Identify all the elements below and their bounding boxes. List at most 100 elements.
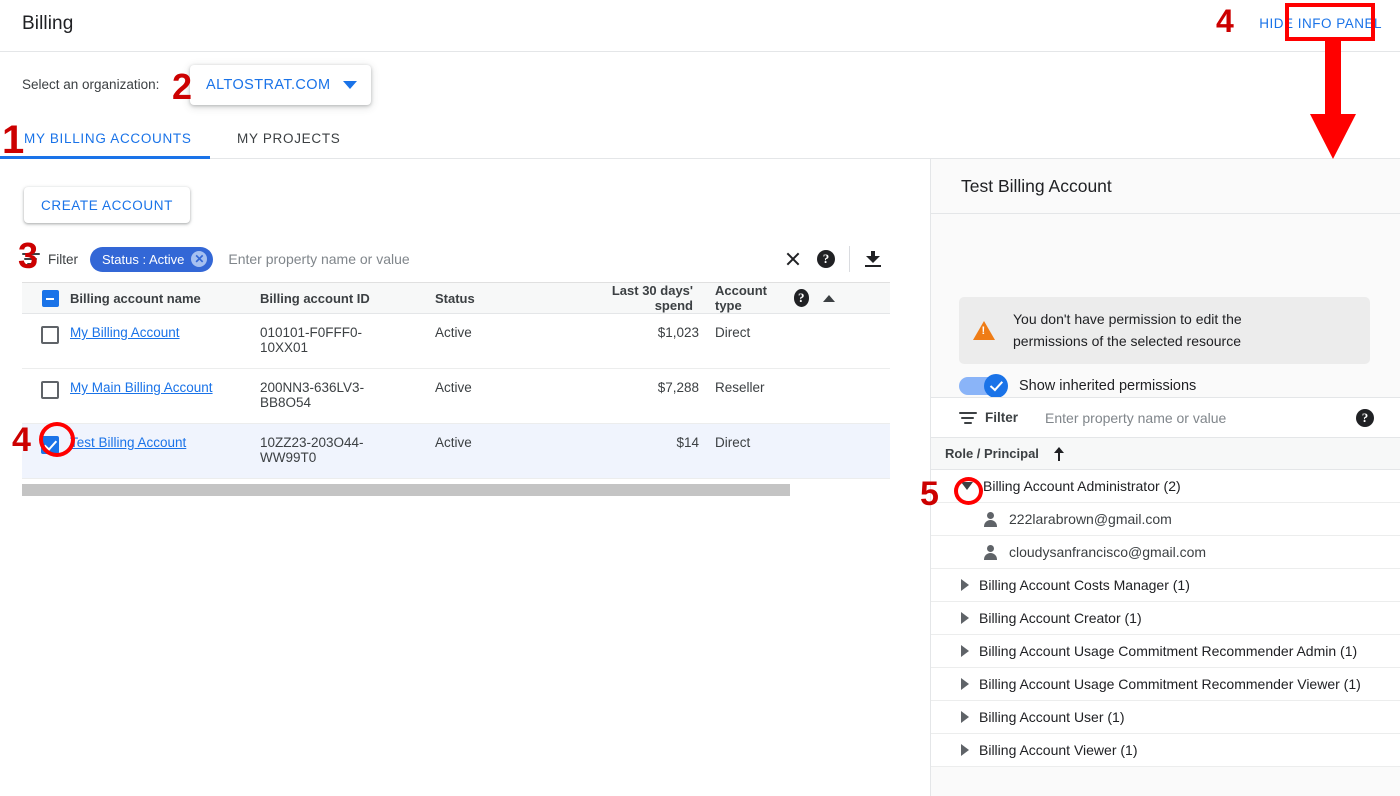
warning-line-1: You don't have permission to edit the [1013, 311, 1242, 327]
cell-account-id: 200NN3-636LV3- BB8O54 [260, 380, 435, 410]
chevron-right-icon[interactable] [961, 711, 969, 723]
warning-line-2: permissions of the selected resource [1013, 333, 1241, 349]
info-panel-filter-input[interactable] [1045, 410, 1348, 426]
account-name-link[interactable]: Test Billing Account [70, 435, 186, 450]
chevron-right-icon[interactable] [961, 645, 969, 657]
role-row-billing-account-viewer[interactable]: Billing Account Viewer (1) [931, 734, 1400, 767]
filter-chip-label: Status : Active [102, 252, 184, 267]
table-header-row: Billing account name Billing account ID … [22, 283, 890, 314]
cell-spend: $7,288 [575, 380, 715, 395]
close-icon [785, 252, 800, 267]
principal-email: 222larabrown@gmail.com [1009, 511, 1172, 527]
principal-row[interactable]: cloudysanfrancisco@gmail.com [931, 536, 1400, 569]
cell-account-type: Direct [715, 325, 835, 340]
row-checkbox-cell [22, 325, 70, 344]
annotation-highlight-expand-arrow [954, 477, 983, 505]
account-name-link[interactable]: My Main Billing Account [70, 380, 213, 395]
table-row[interactable]: Test Billing Account 10ZZ23-203O44- WW99… [22, 424, 890, 479]
filter-help-button[interactable]: ? [809, 242, 843, 276]
filter-chip-status-active[interactable]: Status : Active ✕ [90, 247, 213, 272]
show-inherited-permissions-row[interactable]: Show inherited permissions [959, 377, 1196, 395]
annotation-marker-2: 2 [172, 69, 192, 105]
account-id-line-1: 200NN3-636LV3- [260, 380, 364, 395]
column-header-name[interactable]: Billing account name [70, 291, 260, 306]
tab-bar: MY BILLING ACCOUNTS MY PROJECTS [0, 118, 1400, 159]
app-bar: Billing HIDE INFO PANEL [0, 0, 1400, 52]
role-column-header[interactable]: Role / Principal [931, 438, 1400, 470]
account-name-link[interactable]: My Billing Account [70, 325, 180, 340]
arrow-up-icon [1053, 446, 1066, 461]
role-label: Billing Account Costs Manager (1) [979, 577, 1190, 593]
show-inherited-permissions-toggle[interactable] [959, 377, 1005, 395]
role-row-billing-account-creator[interactable]: Billing Account Creator (1) [931, 602, 1400, 635]
permission-warning-banner: You don't have permission to edit the pe… [959, 297, 1370, 364]
create-account-button[interactable]: CREATE ACCOUNT [24, 187, 190, 223]
download-button[interactable] [856, 242, 890, 276]
select-all-checkbox-cell [22, 289, 70, 307]
chevron-right-icon[interactable] [961, 579, 969, 591]
chevron-right-icon[interactable] [961, 744, 969, 756]
annotation-marker-3: 3 [18, 238, 38, 274]
annotation-marker-4-row: 4 [12, 423, 31, 457]
column-header-status[interactable]: Status [435, 291, 575, 306]
principal-row[interactable]: 222larabrown@gmail.com [931, 503, 1400, 536]
table-row[interactable]: My Main Billing Account 200NN3-636LV3- B… [22, 369, 890, 424]
account-id-line-1: 10ZZ23-203O44- [260, 435, 364, 450]
table-row[interactable]: My Billing Account 010101-F0FFF0- 10XX01… [22, 314, 890, 369]
column-header-account-type[interactable]: Account type ? [715, 283, 835, 313]
role-row-usage-commitment-recommender-viewer[interactable]: Billing Account Usage Commitment Recomme… [931, 668, 1400, 701]
column-header-spend[interactable]: Last 30 days' spend [575, 283, 715, 313]
cell-spend: $14 [575, 435, 715, 450]
billing-page: Billing HIDE INFO PANEL Select an organi… [0, 0, 1400, 796]
info-panel-filter-help-button[interactable]: ? [1348, 401, 1382, 435]
role-row-usage-commitment-recommender-admin[interactable]: Billing Account Usage Commitment Recomme… [931, 635, 1400, 668]
role-list: Billing Account Administrator (2) 222lar… [931, 470, 1400, 767]
cell-account-name: My Main Billing Account [70, 380, 260, 395]
annotation-arrow-stem [1325, 41, 1341, 119]
horizontal-scrollbar-thumb[interactable] [22, 484, 790, 496]
clear-filter-button[interactable] [775, 242, 809, 276]
billing-accounts-main: CREATE ACCOUNT Filter Status : Active ✕ … [0, 159, 930, 796]
chevron-right-icon[interactable] [961, 678, 969, 690]
tab-my-projects[interactable]: MY PROJECTS [237, 118, 340, 158]
permission-warning-text: You don't have permission to edit the pe… [1013, 309, 1242, 352]
chevron-down-icon [343, 81, 357, 89]
chevron-up-icon [823, 295, 835, 302]
cell-status: Active [435, 325, 575, 340]
info-panel-filter-bar: Filter ? [931, 397, 1400, 438]
filter-input[interactable] [228, 251, 775, 267]
row-checkbox[interactable] [41, 326, 59, 344]
org-dropdown[interactable]: ALTOSTRAT.COM [190, 65, 371, 105]
help-icon[interactable]: ? [794, 289, 809, 307]
cell-account-id: 10ZZ23-203O44- WW99T0 [260, 435, 435, 465]
person-icon [983, 512, 998, 527]
role-row-billing-account-user[interactable]: Billing Account User (1) [931, 701, 1400, 734]
role-row-billing-account-costs-manager[interactable]: Billing Account Costs Manager (1) [931, 569, 1400, 602]
filter-label: Filter [985, 410, 1018, 425]
cell-account-type: Reseller [715, 380, 835, 395]
column-header-id[interactable]: Billing account ID [260, 291, 435, 306]
account-id-line-2: BB8O54 [260, 395, 311, 410]
help-icon: ? [1356, 409, 1374, 427]
info-panel-body: You don't have permission to edit the pe… [931, 214, 1400, 397]
table-filter-bar: Filter Status : Active ✕ ? [22, 236, 890, 283]
tab-my-billing-accounts[interactable]: MY BILLING ACCOUNTS [24, 118, 192, 158]
toggle-label: Show inherited permissions [1019, 378, 1196, 394]
close-circle-icon[interactable]: ✕ [191, 251, 207, 267]
account-id-line-1: 010101-F0FFF0- [260, 325, 362, 340]
cell-spend: $1,023 [575, 325, 715, 340]
toggle-knob [984, 374, 1008, 398]
row-checkbox[interactable] [41, 381, 59, 399]
info-panel-title: Test Billing Account [931, 159, 1400, 214]
role-row-billing-account-administrator[interactable]: Billing Account Administrator (2) [931, 470, 1400, 503]
filter-icon [959, 411, 977, 425]
annotation-highlight-row-checkbox [39, 422, 75, 457]
select-all-checkbox[interactable] [42, 290, 59, 307]
toolbar-divider [849, 246, 850, 272]
cell-status: Active [435, 435, 575, 450]
column-header-account-type-label: Account type [715, 283, 786, 313]
role-label: Billing Account Administrator (2) [983, 478, 1181, 494]
horizontal-scrollbar[interactable] [22, 484, 890, 496]
cell-account-name: My Billing Account [70, 325, 260, 340]
chevron-right-icon[interactable] [961, 612, 969, 624]
